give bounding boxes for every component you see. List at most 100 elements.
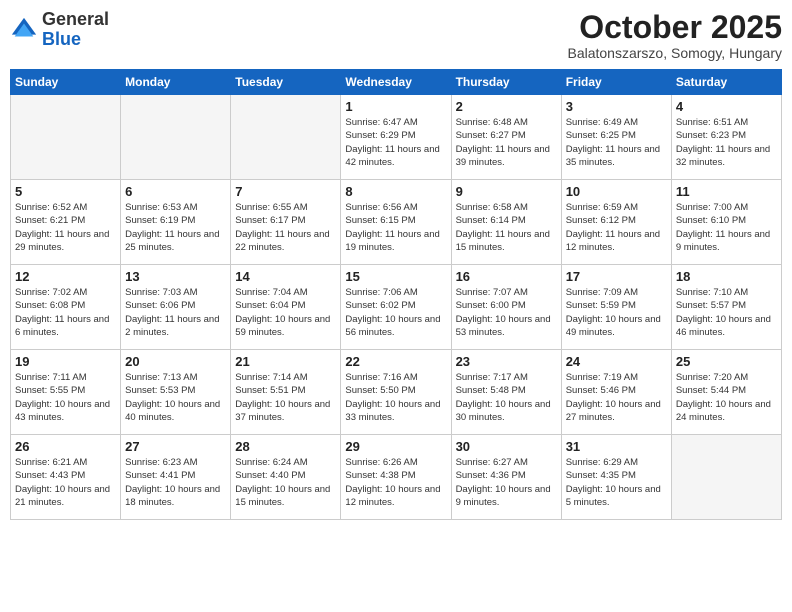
day-info: Sunrise: 6:58 AM Sunset: 6:14 PM Dayligh…: [456, 201, 557, 254]
day-info: Sunrise: 7:07 AM Sunset: 6:00 PM Dayligh…: [456, 286, 557, 339]
calendar-week-row: 1 Sunrise: 6:47 AM Sunset: 6:29 PM Daylig…: [11, 95, 782, 180]
weekday-header-wednesday: Wednesday: [341, 70, 451, 95]
day-number: 2: [456, 99, 557, 114]
day-number: 11: [676, 184, 777, 199]
logo-general: General: [42, 9, 109, 29]
day-info: Sunrise: 7:13 AM Sunset: 5:53 PM Dayligh…: [125, 371, 226, 424]
day-number: 26: [15, 439, 116, 454]
calendar-cell: [121, 95, 231, 180]
day-info: Sunrise: 7:03 AM Sunset: 6:06 PM Dayligh…: [125, 286, 226, 339]
calendar-cell: 18 Sunrise: 7:10 AM Sunset: 5:57 PM Dayli…: [671, 265, 781, 350]
day-number: 3: [566, 99, 667, 114]
calendar-cell: 7 Sunrise: 6:55 AM Sunset: 6:17 PM Daylig…: [231, 180, 341, 265]
calendar-cell: [11, 95, 121, 180]
day-number: 1: [345, 99, 446, 114]
day-number: 7: [235, 184, 336, 199]
day-number: 15: [345, 269, 446, 284]
day-info: Sunrise: 6:52 AM Sunset: 6:21 PM Dayligh…: [15, 201, 116, 254]
calendar-cell: 10 Sunrise: 6:59 AM Sunset: 6:12 PM Dayli…: [561, 180, 671, 265]
calendar-cell: 3 Sunrise: 6:49 AM Sunset: 6:25 PM Daylig…: [561, 95, 671, 180]
logo-text: General Blue: [42, 10, 109, 50]
day-info: Sunrise: 7:10 AM Sunset: 5:57 PM Dayligh…: [676, 286, 777, 339]
calendar-cell: 11 Sunrise: 7:00 AM Sunset: 6:10 PM Dayli…: [671, 180, 781, 265]
calendar-cell: 1 Sunrise: 6:47 AM Sunset: 6:29 PM Daylig…: [341, 95, 451, 180]
logo-icon: [10, 16, 38, 44]
weekday-header-tuesday: Tuesday: [231, 70, 341, 95]
weekday-header-row: SundayMondayTuesdayWednesdayThursdayFrid…: [11, 70, 782, 95]
weekday-header-friday: Friday: [561, 70, 671, 95]
day-info: Sunrise: 6:47 AM Sunset: 6:29 PM Dayligh…: [345, 116, 446, 169]
day-info: Sunrise: 7:00 AM Sunset: 6:10 PM Dayligh…: [676, 201, 777, 254]
day-info: Sunrise: 7:14 AM Sunset: 5:51 PM Dayligh…: [235, 371, 336, 424]
logo-blue: Blue: [42, 29, 81, 49]
calendar-cell: 15Sunrise: 7:06 AM Sunset: 6:02 PM Dayli…: [341, 265, 451, 350]
day-info: Sunrise: 7:02 AM Sunset: 6:08 PM Dayligh…: [15, 286, 116, 339]
calendar-cell: 21 Sunrise: 7:14 AM Sunset: 5:51 PM Dayli…: [231, 350, 341, 435]
day-number: 30: [456, 439, 557, 454]
day-info: Sunrise: 7:04 AM Sunset: 6:04 PM Dayligh…: [235, 286, 336, 339]
day-number: 19: [15, 354, 116, 369]
calendar-cell: 19Sunrise: 7:11 AM Sunset: 5:55 PM Dayli…: [11, 350, 121, 435]
calendar-cell: 2 Sunrise: 6:48 AM Sunset: 6:27 PM Daylig…: [451, 95, 561, 180]
calendar-cell: 14 Sunrise: 7:04 AM Sunset: 6:04 PM Dayli…: [231, 265, 341, 350]
day-info: Sunrise: 7:09 AM Sunset: 5:59 PM Dayligh…: [566, 286, 667, 339]
day-info: Sunrise: 6:55 AM Sunset: 6:17 PM Dayligh…: [235, 201, 336, 254]
day-number: 23: [456, 354, 557, 369]
day-number: 25: [676, 354, 777, 369]
day-number: 4: [676, 99, 777, 114]
calendar-cell: 9 Sunrise: 6:58 AM Sunset: 6:14 PM Daylig…: [451, 180, 561, 265]
day-info: Sunrise: 7:16 AM Sunset: 5:50 PM Dayligh…: [345, 371, 446, 424]
calendar-cell: 12 Sunrise: 7:02 AM Sunset: 6:08 PM Dayli…: [11, 265, 121, 350]
calendar-cell: 27Sunrise: 6:23 AM Sunset: 4:41 PM Dayli…: [121, 435, 231, 520]
day-number: 29: [345, 439, 446, 454]
calendar-cell: 5 Sunrise: 6:52 AM Sunset: 6:21 PM Daylig…: [11, 180, 121, 265]
day-info: Sunrise: 6:59 AM Sunset: 6:12 PM Dayligh…: [566, 201, 667, 254]
calendar-cell: 28 Sunrise: 6:24 AM Sunset: 4:40 PM Dayli…: [231, 435, 341, 520]
calendar-week-row: 12 Sunrise: 7:02 AM Sunset: 6:08 PM Dayli…: [11, 265, 782, 350]
day-info: Sunrise: 6:26 AM Sunset: 4:38 PM Dayligh…: [345, 456, 446, 509]
calendar-cell: 4 Sunrise: 6:51 AM Sunset: 6:23 PM Daylig…: [671, 95, 781, 180]
subtitle: Balatonszarszo, Somogy, Hungary: [567, 45, 782, 61]
calendar-cell: [231, 95, 341, 180]
day-info: Sunrise: 7:19 AM Sunset: 5:46 PM Dayligh…: [566, 371, 667, 424]
day-number: 9: [456, 184, 557, 199]
calendar-cell: [671, 435, 781, 520]
day-number: 12: [15, 269, 116, 284]
day-info: Sunrise: 6:51 AM Sunset: 6:23 PM Dayligh…: [676, 116, 777, 169]
month-title: October 2025: [567, 10, 782, 45]
day-info: Sunrise: 6:49 AM Sunset: 6:25 PM Dayligh…: [566, 116, 667, 169]
page-header: General Blue October 2025 Balatonszarszo…: [10, 10, 782, 61]
day-info: Sunrise: 6:27 AM Sunset: 4:36 PM Dayligh…: [456, 456, 557, 509]
day-number: 20: [125, 354, 226, 369]
calendar-cell: 16Sunrise: 7:07 AM Sunset: 6:00 PM Dayli…: [451, 265, 561, 350]
calendar-week-row: 26Sunrise: 6:21 AM Sunset: 4:43 PM Dayli…: [11, 435, 782, 520]
day-info: Sunrise: 7:17 AM Sunset: 5:48 PM Dayligh…: [456, 371, 557, 424]
calendar-cell: 22Sunrise: 7:16 AM Sunset: 5:50 PM Dayli…: [341, 350, 451, 435]
day-number: 10: [566, 184, 667, 199]
day-number: 5: [15, 184, 116, 199]
day-number: 14: [235, 269, 336, 284]
calendar-cell: 20 Sunrise: 7:13 AM Sunset: 5:53 PM Dayli…: [121, 350, 231, 435]
day-number: 27: [125, 439, 226, 454]
calendar-cell: 30 Sunrise: 6:27 AM Sunset: 4:36 PM Dayli…: [451, 435, 561, 520]
calendar-week-row: 5 Sunrise: 6:52 AM Sunset: 6:21 PM Daylig…: [11, 180, 782, 265]
calendar-table: SundayMondayTuesdayWednesdayThursdayFrid…: [10, 69, 782, 520]
calendar-cell: 6 Sunrise: 6:53 AM Sunset: 6:19 PM Daylig…: [121, 180, 231, 265]
calendar-cell: 24Sunrise: 7:19 AM Sunset: 5:46 PM Dayli…: [561, 350, 671, 435]
day-number: 21: [235, 354, 336, 369]
title-block: October 2025 Balatonszarszo, Somogy, Hun…: [567, 10, 782, 61]
day-number: 13: [125, 269, 226, 284]
day-number: 31: [566, 439, 667, 454]
day-info: Sunrise: 6:48 AM Sunset: 6:27 PM Dayligh…: [456, 116, 557, 169]
day-info: Sunrise: 6:53 AM Sunset: 6:19 PM Dayligh…: [125, 201, 226, 254]
weekday-header-sunday: Sunday: [11, 70, 121, 95]
calendar-cell: 8Sunrise: 6:56 AM Sunset: 6:15 PM Daylig…: [341, 180, 451, 265]
day-number: 8: [345, 184, 446, 199]
day-info: Sunrise: 6:24 AM Sunset: 4:40 PM Dayligh…: [235, 456, 336, 509]
day-number: 6: [125, 184, 226, 199]
calendar-cell: 29 Sunrise: 6:26 AM Sunset: 4:38 PM Dayli…: [341, 435, 451, 520]
calendar-cell: 23 Sunrise: 7:17 AM Sunset: 5:48 PM Dayli…: [451, 350, 561, 435]
day-number: 17: [566, 269, 667, 284]
day-number: 28: [235, 439, 336, 454]
day-number: 18: [676, 269, 777, 284]
